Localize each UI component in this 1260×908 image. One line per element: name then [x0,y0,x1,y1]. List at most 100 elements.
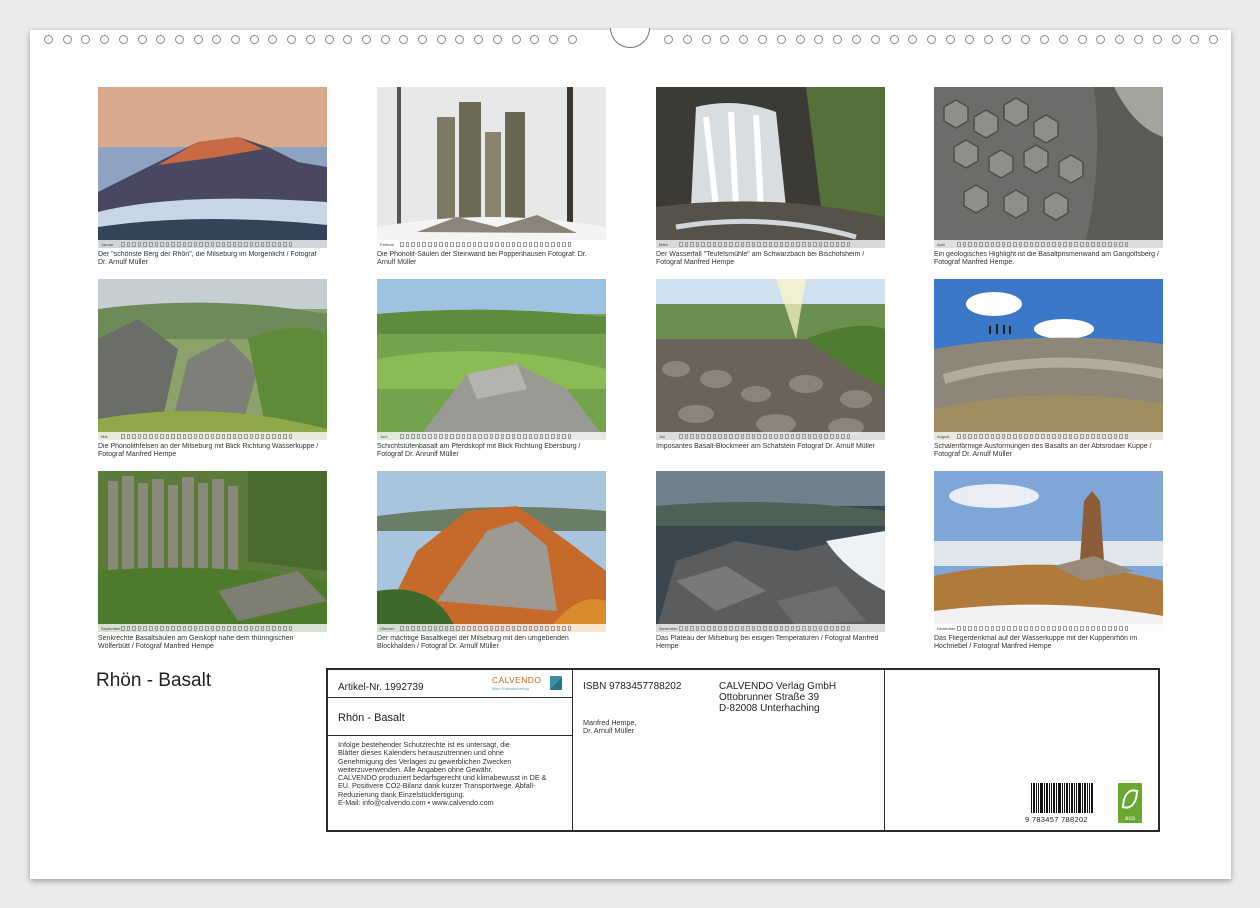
day-box [1052,433,1056,439]
month-photo: Juni [377,279,606,440]
day-box [411,241,415,247]
day-box [1068,241,1073,247]
day-box [790,433,795,439]
photo-illustration [934,279,1163,440]
day-box [796,625,801,631]
day-box [1040,241,1045,247]
barcode-bar [1076,783,1077,813]
info-column-barcode: 9 783457 788202 eco [885,670,1158,830]
day-box [762,433,767,439]
legal-notice: Infolge bestehender Schutzrechte ist es … [338,740,547,808]
day-box [1046,433,1051,439]
binding-hole [548,35,558,44]
day-box [238,625,243,631]
day-box [427,241,432,247]
day-box [984,433,989,439]
month-photo: Oktober [377,471,606,632]
day-box [199,625,203,631]
barcode-bar [1066,783,1068,813]
binding-hole [305,35,315,44]
day-box [1096,433,1101,439]
day-box [165,433,170,439]
day-box [1102,625,1107,631]
day-box [813,241,817,247]
barcode-bar [1091,783,1093,813]
photo-caption: Das Plateau der Milseburg bei eisigen Te… [656,635,879,650]
binding-hole [776,35,786,44]
binding-hole [418,35,427,44]
day-box [768,625,773,631]
barcode-bar [1089,783,1090,813]
day-box [232,625,237,631]
binding-hole [739,35,749,44]
day-box [796,241,801,247]
day-box [489,241,494,247]
photo-illustration [377,87,606,248]
day-box [450,241,454,247]
day-box [204,625,209,631]
day-box [506,433,510,439]
day-box [461,433,466,439]
binding-hole [983,35,993,44]
day-box [973,625,978,631]
binding-hole [1190,35,1200,44]
day-box [511,433,516,439]
day-box [210,241,215,247]
day-box [712,433,717,439]
day-box [1018,625,1023,631]
barcode [1031,783,1097,815]
day-box [216,433,220,439]
day-box [288,625,293,631]
photo-caption: Das Fliegerdenkmal auf der Wasserkuppe m… [934,635,1138,650]
barcode-bar [1056,783,1057,813]
day-box [1085,625,1090,631]
photo-illustration [377,279,606,440]
day-box [841,625,845,631]
day-box [517,241,522,247]
day-box [444,625,449,631]
binding-hole [870,35,880,44]
photo-cell: Oktober Der mächtige Basaltkegel der Mils… [377,471,606,653]
info-title: Rhön - Basalt [338,712,405,724]
day-box [990,433,995,439]
barcode-bar [1071,783,1073,813]
day-box [232,433,237,439]
day-box [1007,625,1011,631]
day-box [411,625,415,631]
day-box [1024,625,1028,631]
day-box [734,241,739,247]
day-box [757,241,761,247]
day-box [188,433,192,439]
binding-hole [701,35,711,44]
day-box [450,625,454,631]
day-box [523,625,527,631]
barcode-number: 9 783457 788202 [1025,815,1088,824]
photo-illustration [377,471,606,632]
calendar-title: Rhön - Basalt [96,670,212,691]
day-box [523,241,527,247]
day-box [1007,241,1011,247]
day-box [1035,625,1039,631]
month-photo: November [656,471,885,632]
barcode-bar [1087,783,1088,813]
day-box [422,241,426,247]
photo-caption: Die Phonolithfelsen an der Milseburg mit… [98,443,319,458]
day-box [422,433,426,439]
day-box [762,241,767,247]
binding-hole [287,35,297,44]
day-box [483,625,488,631]
day-box [137,625,142,631]
barcode-bar [1058,783,1061,813]
day-box [1018,433,1023,439]
day-box [472,433,477,439]
day-box [957,433,961,439]
info-column-article: Artikel-Nr. 1992739 CALVENDO Mein Kalend… [328,670,573,830]
day-box [439,241,443,247]
day-box [137,241,142,247]
day-box [1119,625,1123,631]
day-box [221,433,226,439]
month-photo: April [934,87,1163,248]
barcode-bar [1064,783,1065,813]
month-name: Mai [101,433,108,439]
binding-hole [852,35,861,44]
